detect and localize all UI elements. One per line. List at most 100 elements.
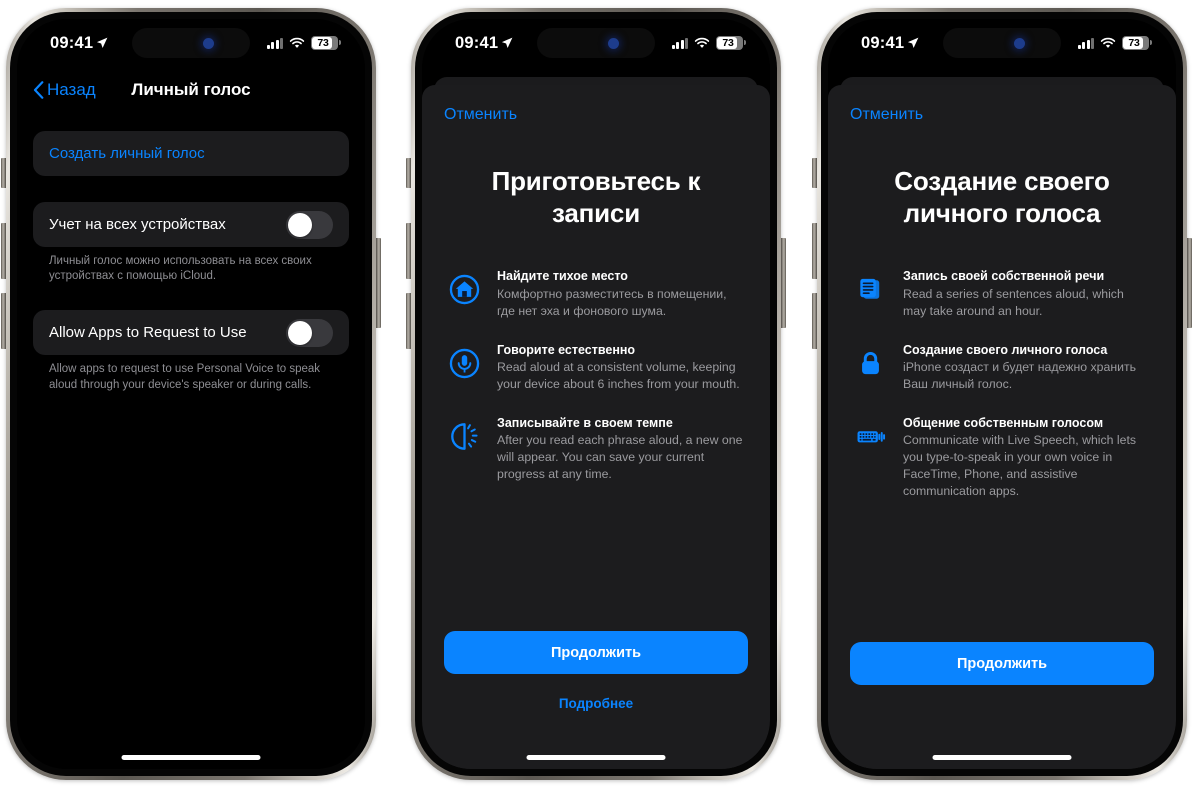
screen-get-ready: 09:41 73 Отменить Приготовьтесь к записи… — [422, 19, 770, 769]
house-circle-icon — [448, 273, 481, 306]
screenshot-canvas: 09:41 73 Назад Личный голос Создать личн… — [0, 0, 1200, 789]
iphone-device-settings: 09:41 73 Назад Личный голос Создать личн… — [1, 8, 381, 780]
battery-icon: 73 — [716, 36, 746, 50]
list-item-desc: Read a series of sentences aloud, which … — [903, 286, 1124, 318]
home-indicator[interactable] — [121, 755, 261, 760]
cancel-button[interactable]: Отменить — [422, 85, 770, 124]
sync-across-devices-label: Учет на всех устройствах — [49, 216, 226, 233]
allow-apps-request-toggle[interactable] — [286, 318, 333, 347]
list-item: Запись своей собственной речи Read a ser… — [854, 268, 1150, 319]
device-bezel: 09:41 73 — [415, 12, 777, 776]
create-voice-modal-sheet: Отменить Создание своего личного голоса — [828, 85, 1176, 769]
home-indicator[interactable] — [526, 755, 666, 760]
allow-apps-group: Allow Apps to Request to Use — [33, 310, 349, 356]
back-button[interactable]: Назад — [33, 80, 96, 100]
timer-rays-icon — [448, 420, 481, 453]
sync-devices-group: Учет на всех устройствах — [33, 202, 349, 247]
silent-switch-button[interactable] — [406, 158, 411, 188]
list-item-title: Записывайте в своем темпе — [497, 415, 673, 430]
volume-down-button[interactable] — [812, 293, 817, 349]
cellular-bars-icon — [266, 37, 283, 49]
list-item: Создание своего личного голоса iPhone со… — [854, 342, 1150, 393]
power-button[interactable] — [781, 238, 786, 328]
volume-down-button[interactable] — [406, 293, 411, 349]
battery-percent: 73 — [722, 37, 734, 49]
list-item-title: Общение собственным голосом — [903, 415, 1104, 430]
volume-up-button[interactable] — [812, 223, 817, 279]
list-item-title: Найдите тихое место — [497, 269, 628, 284]
silent-switch-button[interactable] — [812, 158, 817, 188]
volume-up-button[interactable] — [406, 223, 411, 279]
continue-button[interactable]: Продолжить — [850, 642, 1154, 685]
get-ready-modal-sheet: Отменить Приготовьтесь к записи Найдите … — [422, 85, 770, 769]
list-item: Записывайте в своем темпе After you read… — [448, 415, 744, 483]
home-indicator[interactable] — [932, 755, 1072, 760]
power-button[interactable] — [376, 238, 381, 328]
microphone-circle-icon — [448, 347, 481, 380]
volume-up-button[interactable] — [1, 223, 6, 279]
learn-more-button[interactable]: Подробнее — [444, 674, 748, 711]
status-bar: 09:41 73 — [828, 19, 1176, 67]
keyboard-waves-icon — [854, 420, 887, 453]
list-item-desc: Комфортно разместитесь в помещении, где … — [497, 286, 727, 318]
cellular-bars-icon — [671, 37, 688, 49]
iphone-device-create-voice: 09:41 73 Отменить Создание своего личног… — [812, 8, 1192, 780]
list-item: Говорите естественно Read aloud at a con… — [448, 342, 744, 393]
list-item-text: Создание своего личного голоса iPhone со… — [903, 342, 1150, 393]
sheet-title: Приготовьтесь к записи — [491, 166, 701, 228]
screen-create-voice: 09:41 73 Отменить Создание своего личног… — [828, 19, 1176, 769]
silent-switch-button[interactable] — [1, 158, 6, 188]
sync-across-devices-toggle[interactable] — [286, 210, 333, 239]
wifi-icon — [694, 37, 710, 48]
list-item-desc: Communicate with Live Speech, which lets… — [903, 433, 1137, 498]
sync-across-devices-footnote: Личный голос можно использовать на всех … — [49, 255, 312, 283]
toggle-knob — [288, 212, 312, 237]
list-item: Найдите тихое место Комфортно разместите… — [448, 268, 744, 319]
wifi-icon — [1100, 37, 1116, 48]
sync-across-devices-row[interactable]: Учет на всех устройствах — [33, 202, 349, 247]
battery-percent: 73 — [1128, 37, 1140, 49]
wifi-icon — [289, 37, 305, 48]
allow-apps-request-row[interactable]: Allow Apps to Request to Use — [33, 310, 349, 355]
back-button-label: Назад — [47, 80, 96, 99]
status-time: 09:41 — [861, 33, 905, 52]
feature-list: Найдите тихое место Комфортно разместите… — [422, 229, 770, 505]
text-document-icon — [854, 273, 887, 306]
screen-settings: 09:41 73 Назад Личный голос Создать личн… — [17, 19, 365, 769]
continue-button[interactable]: Продолжить — [444, 631, 748, 674]
lock-icon — [854, 347, 887, 380]
toggle-knob — [288, 320, 312, 345]
navigation-bar: Назад Личный голос — [17, 67, 365, 113]
status-indicators: 73 — [266, 36, 341, 50]
list-item-desc: iPhone создаст и будет надежно хранить В… — [903, 359, 1137, 391]
device-bezel: 09:41 73 — [821, 12, 1183, 776]
settings-list: Создать личный голос Учет на всех устрой… — [17, 113, 365, 393]
sheet-title: Создание своего личного голоса — [894, 166, 1110, 228]
list-item-text: Найдите тихое место Комфортно разместите… — [497, 268, 744, 319]
list-item-text: Записывайте в своем темпе After you read… — [497, 415, 744, 483]
list-item-text: Говорите естественно Read aloud at a con… — [497, 342, 744, 393]
volume-down-button[interactable] — [1, 293, 6, 349]
create-voice-group: Создать личный голос — [33, 131, 349, 176]
status-indicators: 73 — [671, 36, 746, 50]
allow-apps-request-footnote: Allow apps to request to use Personal Vo… — [49, 363, 321, 391]
cellular-bars-icon — [1077, 37, 1094, 49]
battery-icon: 73 — [1122, 36, 1152, 50]
battery-icon: 73 — [311, 36, 341, 50]
list-item: Общение собственным голосом Communicate … — [854, 415, 1150, 500]
feature-list: Запись своей собственной речи Read a ser… — [828, 229, 1176, 522]
status-time-group: 09:41 — [455, 34, 513, 53]
iphone-device-get-ready: 09:41 73 Отменить Приготовьтесь к записи… — [406, 8, 786, 780]
list-item-desc: Read aloud at a consistent volume, keepi… — [497, 359, 740, 391]
create-personal-voice-row[interactable]: Создать личный голос — [33, 131, 349, 176]
status-time: 09:41 — [455, 33, 499, 52]
sheet-footer: Продолжить — [828, 642, 1176, 769]
battery-percent: 73 — [317, 37, 329, 49]
chevron-left-icon — [33, 81, 44, 99]
cancel-button[interactable]: Отменить — [828, 85, 1176, 124]
status-bar: 09:41 73 — [17, 19, 365, 67]
location-arrow-icon — [502, 37, 513, 48]
power-button[interactable] — [1187, 238, 1192, 328]
status-bar: 09:41 73 — [422, 19, 770, 67]
